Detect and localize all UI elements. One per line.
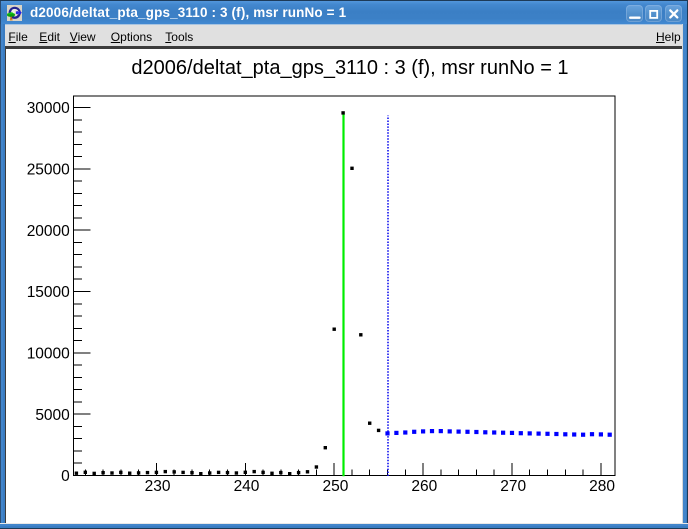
svg-text:15000: 15000 [27, 284, 70, 301]
svg-text:5000: 5000 [35, 407, 70, 424]
svg-text:280: 280 [589, 478, 615, 495]
svg-text:30000: 30000 [27, 100, 70, 117]
svg-text:d2006/deltat_pta_gps_3110 : 3: d2006/deltat_pta_gps_3110 : 3 (f), msr r… [131, 57, 568, 79]
svg-text:260: 260 [411, 478, 437, 495]
svg-text:240: 240 [234, 478, 260, 495]
svg-text:20000: 20000 [27, 223, 70, 240]
svg-text:10000: 10000 [27, 345, 70, 362]
svg-text:25000: 25000 [27, 161, 70, 178]
svg-text:0: 0 [61, 468, 70, 485]
svg-text:270: 270 [500, 478, 526, 495]
svg-text:230: 230 [145, 478, 171, 495]
svg-text:250: 250 [322, 478, 348, 495]
